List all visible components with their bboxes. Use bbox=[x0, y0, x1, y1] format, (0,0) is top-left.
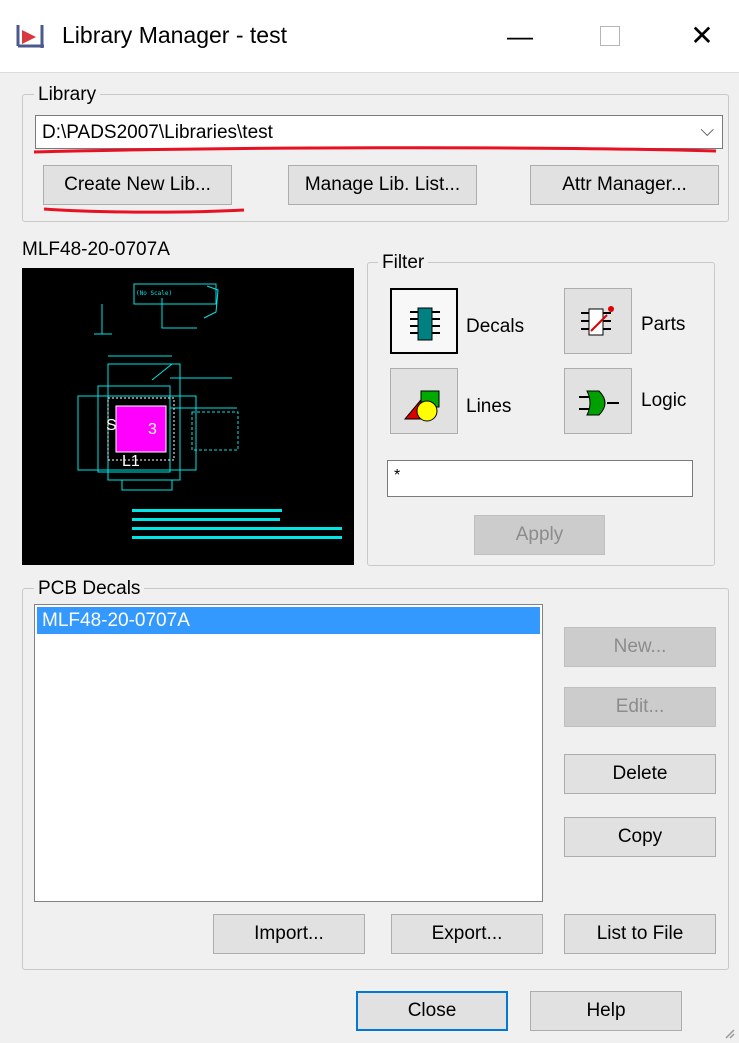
pcb-decals-group-label: PCB Decals bbox=[34, 578, 145, 600]
lines-shapes-icon bbox=[403, 390, 440, 422]
maximize-icon bbox=[600, 25, 620, 46]
pcb-decals-list[interactable]: MLF48-20-0707A bbox=[34, 604, 543, 902]
parts-icon bbox=[581, 306, 614, 336]
red-underline-annotation bbox=[33, 146, 717, 154]
logic-filter-button[interactable] bbox=[564, 368, 632, 434]
filter-group-label: Filter bbox=[378, 252, 429, 274]
decal-preview-art: (No Scale) S 3 L1 bbox=[77, 283, 342, 539]
filter-input-value: * bbox=[394, 467, 401, 484]
red-underline-annotation-2 bbox=[43, 207, 245, 214]
manage-lib-list-button[interactable]: Manage Lib. List... bbox=[288, 165, 477, 205]
filter-text-input[interactable]: * bbox=[387, 460, 693, 497]
chevron-down-icon[interactable]: ⌵ bbox=[700, 120, 714, 141]
parts-label: Parts bbox=[641, 314, 686, 335]
apply-button[interactable]: Apply bbox=[474, 515, 605, 555]
decal-preview: (No Scale) S 3 L1 bbox=[22, 268, 354, 565]
import-button[interactable]: Import... bbox=[213, 914, 365, 954]
new-button[interactable]: New... bbox=[564, 627, 716, 667]
attr-manager-button[interactable]: Attr Manager... bbox=[530, 165, 719, 205]
maximize-button[interactable] bbox=[580, 16, 640, 56]
pads-logo-icon bbox=[16, 25, 44, 48]
decals-filter-button[interactable] bbox=[390, 288, 458, 354]
lines-filter-button[interactable] bbox=[390, 368, 458, 434]
preview-art-text: L1 bbox=[122, 453, 140, 470]
library-group-label: Library bbox=[34, 84, 101, 106]
library-path-value: D:\PADS2007\Libraries\test bbox=[42, 122, 273, 143]
export-button[interactable]: Export... bbox=[391, 914, 543, 954]
preview-decal-name: MLF48-20-0707A bbox=[22, 239, 170, 260]
window-title: Library Manager - test bbox=[62, 22, 287, 48]
resize-grip-icon[interactable] bbox=[723, 1027, 735, 1039]
copy-button[interactable]: Copy bbox=[564, 817, 716, 857]
help-button[interactable]: Help bbox=[530, 991, 682, 1031]
edit-button[interactable]: Edit... bbox=[564, 687, 716, 727]
decal-chip-icon bbox=[410, 307, 440, 341]
preview-art-text: 3 bbox=[148, 421, 157, 438]
parts-filter-button[interactable] bbox=[564, 288, 632, 354]
logic-gate-icon bbox=[579, 390, 619, 416]
logic-label: Logic bbox=[641, 390, 687, 411]
list-item[interactable]: MLF48-20-0707A bbox=[37, 607, 540, 634]
list-to-file-button[interactable]: List to File bbox=[564, 914, 716, 954]
title-bar: Library Manager - test — ✕ bbox=[0, 0, 739, 73]
close-window-button[interactable]: ✕ bbox=[672, 16, 732, 56]
create-new-lib-button[interactable]: Create New Lib... bbox=[43, 165, 232, 205]
close-button[interactable]: Close bbox=[356, 991, 508, 1031]
delete-button[interactable]: Delete bbox=[564, 754, 716, 794]
minimize-button[interactable]: — bbox=[490, 16, 550, 56]
preview-art-text: (No Scale) bbox=[136, 290, 172, 297]
lines-label: Lines bbox=[466, 396, 512, 417]
decals-label: Decals bbox=[466, 316, 525, 337]
preview-art-text: S bbox=[106, 417, 117, 434]
